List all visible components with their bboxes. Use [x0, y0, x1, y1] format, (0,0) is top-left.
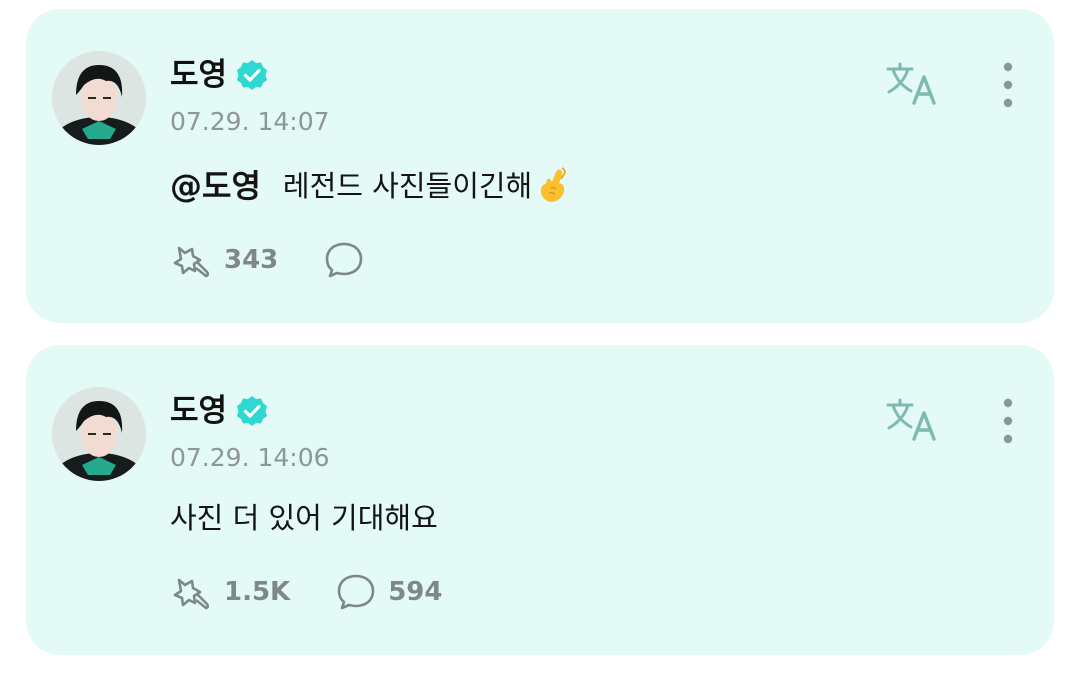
like-count: 1.5K [224, 577, 291, 607]
more-vertical-icon[interactable] [998, 397, 1018, 445]
post-text: 레전드 사진들이긴해 [282, 169, 533, 203]
post-card[interactable]: 도영 07.29. 14:06 사진 더 있어 기대해요 1.5K 594 [26, 345, 1054, 655]
mention-link[interactable]: @도영 [170, 161, 261, 211]
post-actions: 343 [170, 240, 376, 280]
author-name[interactable]: 도영 [170, 391, 227, 431]
more-vertical-icon[interactable] [998, 61, 1018, 109]
post-card[interactable]: 도영 07.29. 14:07 @도영 레전드 사진들이긴해 343 [26, 9, 1054, 323]
post-body: 사진 더 있어 기대해요 [170, 493, 438, 543]
comment-bubble-icon [337, 574, 375, 610]
post-actions: 1.5K 594 [170, 572, 443, 612]
verified-badge-icon [237, 60, 268, 90]
comment-button[interactable] [322, 240, 376, 280]
avatar[interactable] [52, 51, 146, 145]
translate-icon[interactable] [884, 397, 942, 443]
comment-count: 594 [388, 577, 443, 607]
reaction-icon [173, 246, 210, 278]
verified-badge-icon [237, 396, 268, 426]
reaction-icon [173, 578, 210, 610]
comment-button[interactable]: 594 [334, 572, 443, 612]
like-button[interactable]: 343 [170, 240, 278, 280]
comment-bubble-icon [325, 242, 363, 278]
avatar[interactable] [52, 387, 146, 481]
author-name[interactable]: 도영 [170, 55, 227, 95]
crossed-fingers-heart-emoji [541, 167, 567, 202]
like-button[interactable]: 1.5K [170, 572, 290, 612]
translate-icon[interactable] [884, 61, 942, 107]
timestamp: 07.29. 14:06 [170, 443, 330, 472]
post-text: 사진 더 있어 기대해요 [170, 501, 438, 535]
timestamp: 07.29. 14:07 [170, 107, 330, 136]
post-body: @도영 레전드 사진들이긴해 [170, 161, 572, 211]
like-count: 343 [224, 245, 279, 275]
